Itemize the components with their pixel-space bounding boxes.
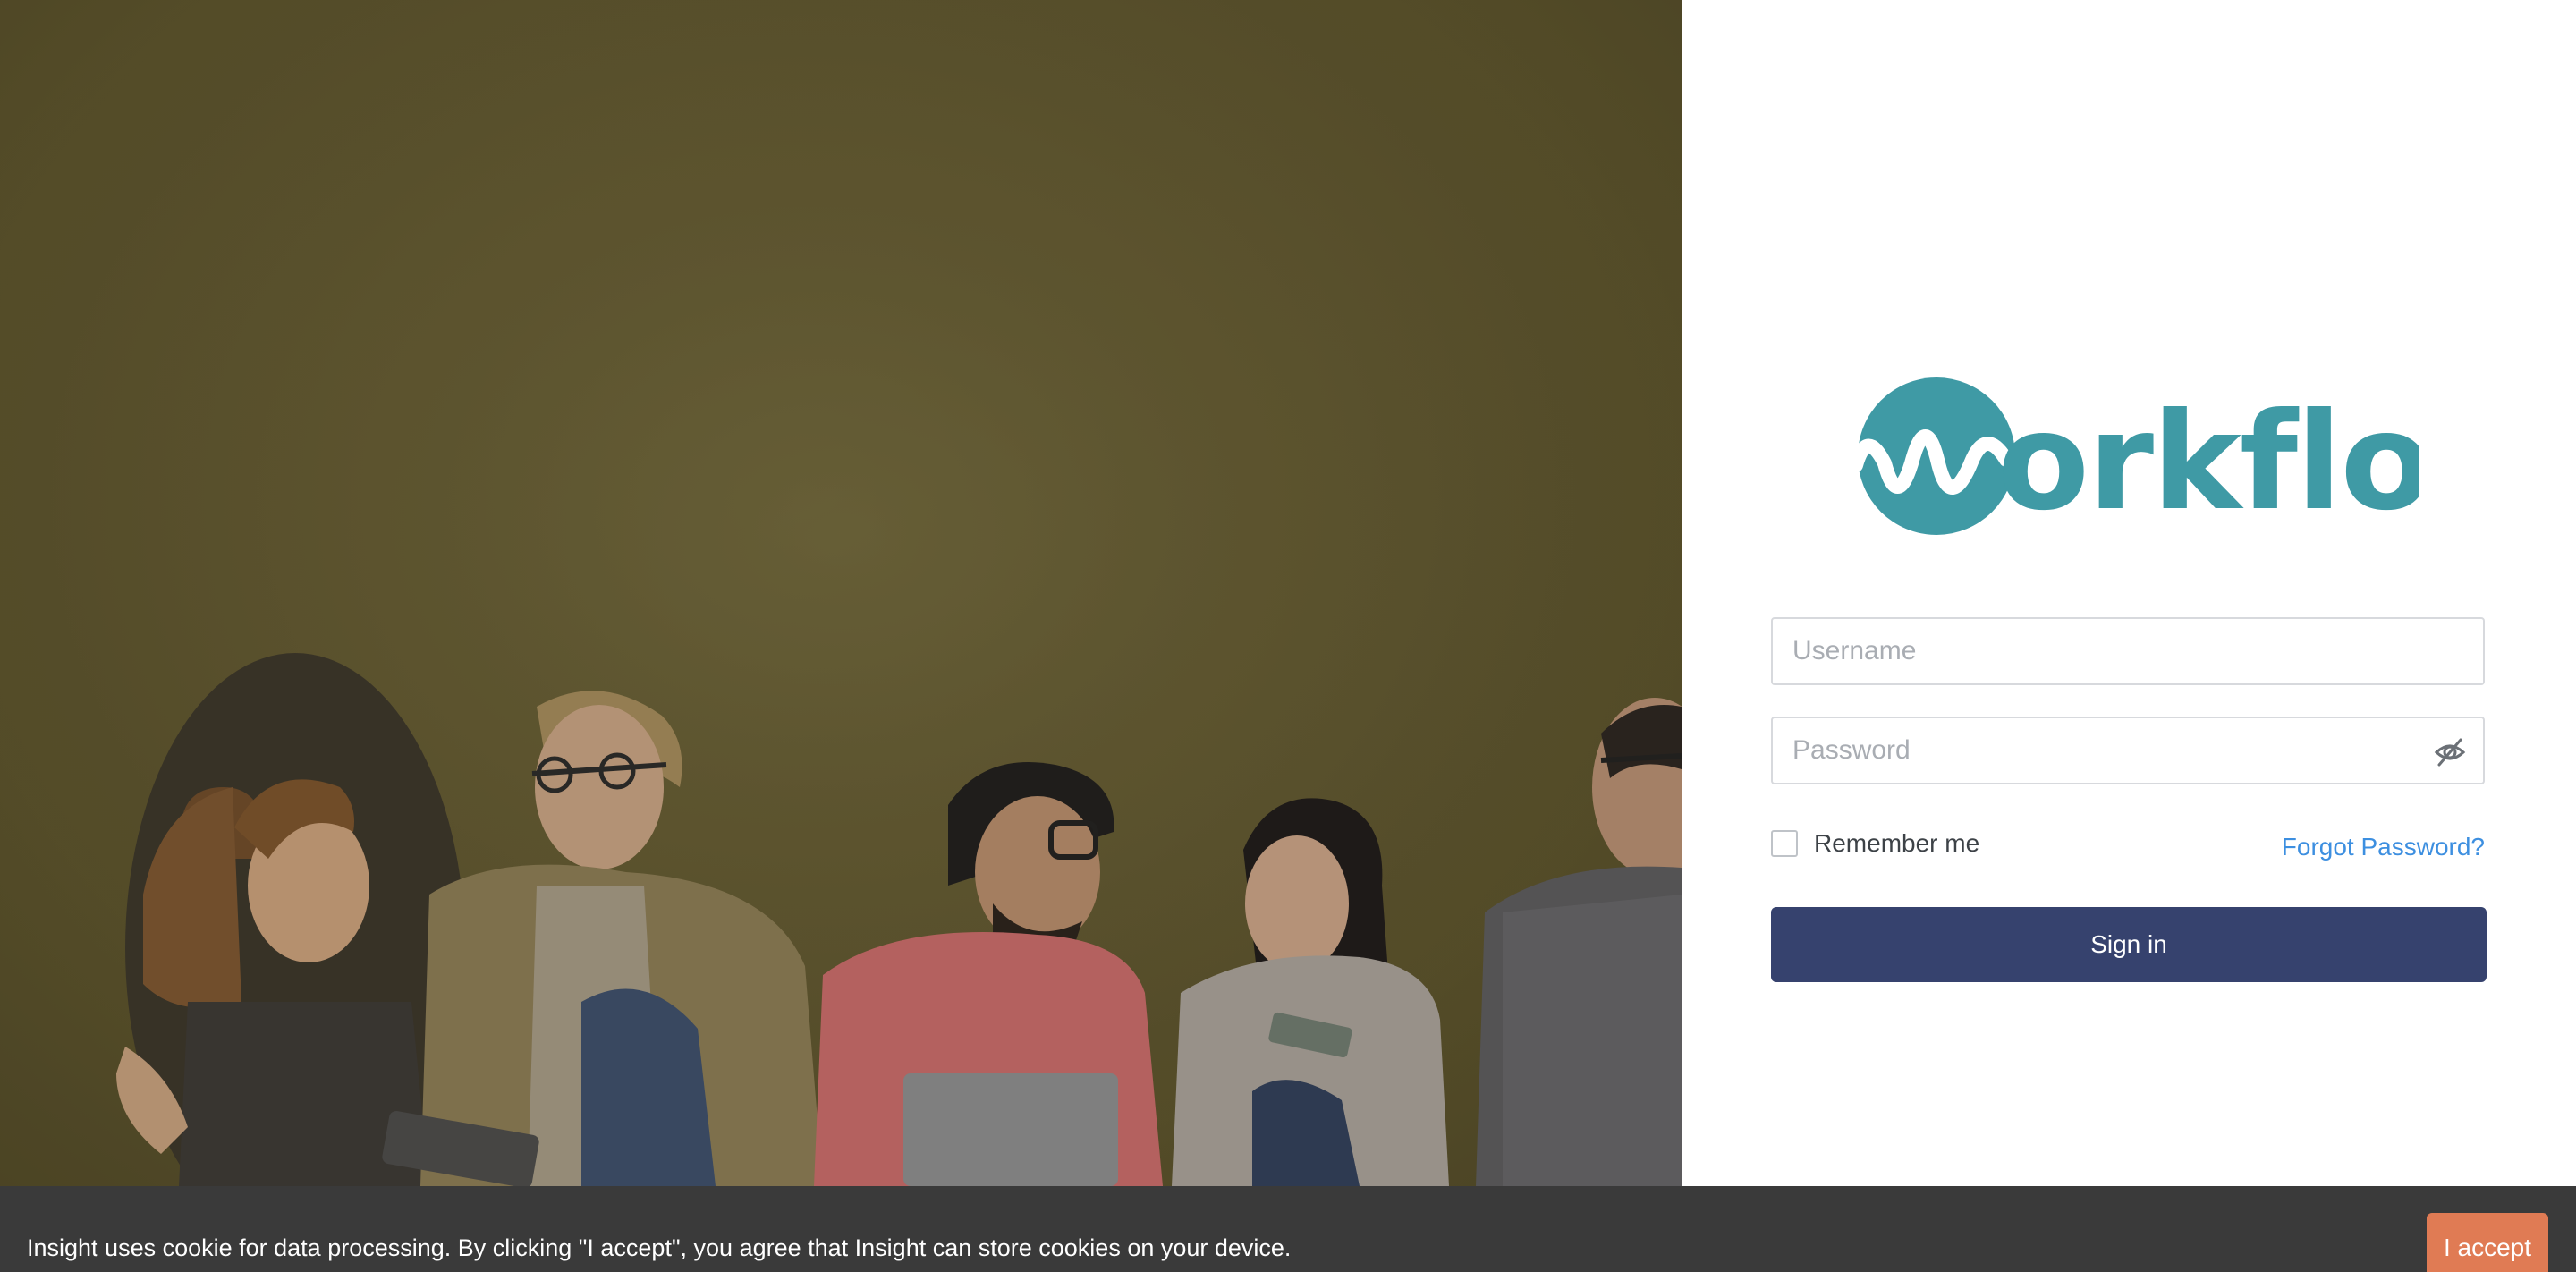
remember-label: Remember me [1814, 829, 1980, 857]
workflow-logo-graphic: orkflow [1849, 377, 2555, 540]
remember-checkbox[interactable] [1771, 830, 1798, 857]
hero-photo [0, 0, 1682, 1186]
remember-me[interactable]: Remember me [1771, 828, 1979, 859]
sign-in-button[interactable]: Sign in [1771, 907, 2487, 982]
password-field[interactable] [1771, 717, 2485, 784]
password-input[interactable] [1773, 718, 2483, 783]
forgot-password-link[interactable]: Forgot Password? [2282, 833, 2485, 861]
login-panel [1682, 0, 2576, 1186]
hero-people-illustration [0, 0, 1682, 1186]
logo-wordmark: orkflow [1997, 385, 2419, 539]
accept-cookies-button[interactable]: I accept [2427, 1213, 2548, 1272]
cookie-message: Insight uses cookie for data processing.… [27, 1234, 1292, 1261]
cookie-bar: Insight uses cookie for data processing.… [0, 1186, 2576, 1272]
login-page: orkflow Remember me Forgot Password? Sig… [0, 0, 2576, 1272]
eye-slash-icon[interactable] [2433, 735, 2467, 769]
workflow-logo: orkflow [1838, 374, 2555, 540]
username-input[interactable] [1773, 619, 2483, 683]
username-field[interactable] [1771, 617, 2485, 685]
